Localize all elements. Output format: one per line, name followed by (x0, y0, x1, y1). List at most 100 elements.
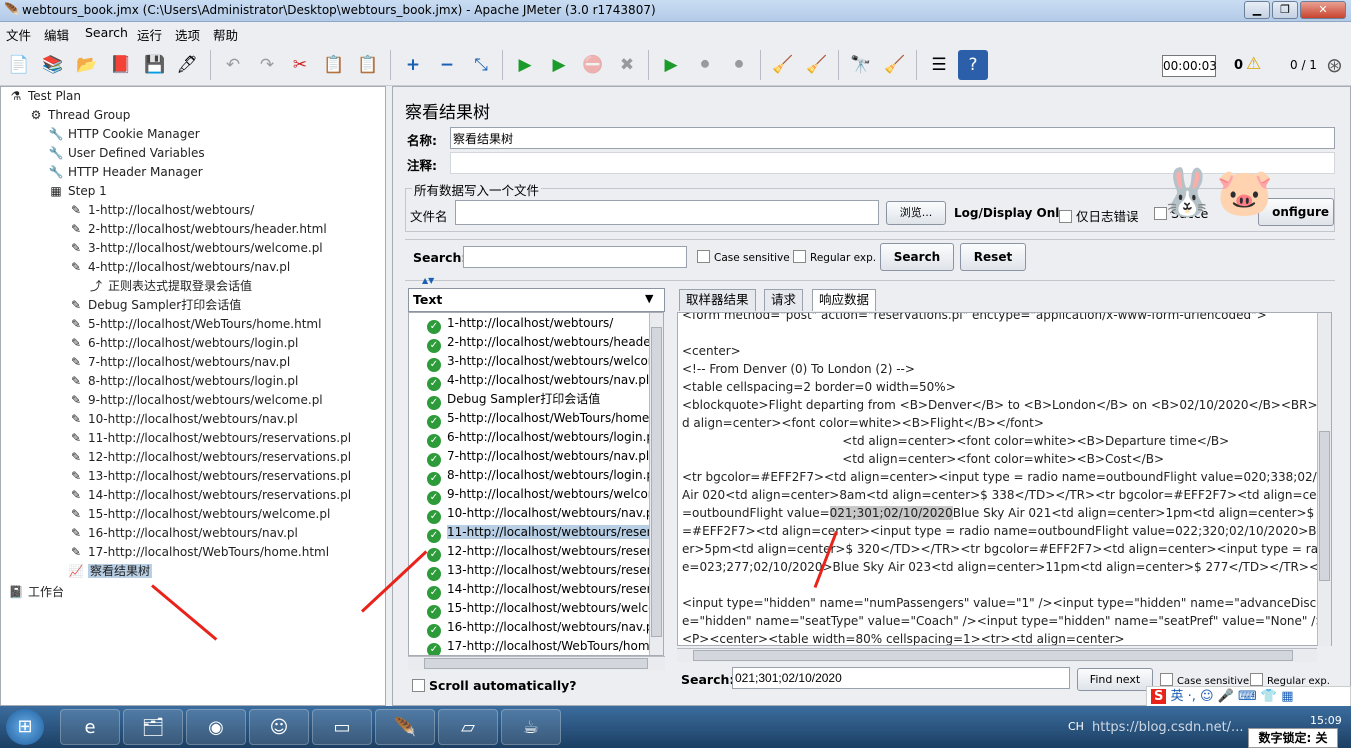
result-item[interactable]: ✓ 10-http://localhost/webtours/nav.pl (427, 504, 657, 524)
tree-item[interactable]: ✎ 6-http://localhost/webtours/login.pl (67, 334, 298, 353)
regex-checkbox[interactable]: Regular exp. (793, 250, 876, 264)
tree-item[interactable]: 📈 察看结果树 (67, 562, 153, 581)
remote-exit-icon[interactable]: ⚫ (724, 50, 754, 80)
java-ide-icon[interactable]: ☕ (501, 709, 561, 745)
tree-item[interactable]: 🔧 User Defined Variables (47, 144, 205, 163)
tree-item[interactable]: ✎ 11-http://localhost/webtours/reservatio… (67, 429, 351, 448)
maximize-button[interactable]: ❐ (1272, 1, 1298, 19)
tree-item[interactable]: ✎ 15-http://localhost/webtours/welcome.pl (67, 505, 330, 524)
scrollbar-thumb[interactable] (693, 650, 1293, 661)
result-item[interactable]: ✓ 4-http://localhost/webtours/nav.pl (427, 371, 649, 391)
tree-item[interactable]: ✎ 7-http://localhost/webtours/nav.pl (67, 353, 290, 372)
menu-edit[interactable]: 编辑 (44, 25, 69, 44)
results-list[interactable]: ✓ 1-http://localhost/webtours/ ✓ 2-http://l… (408, 312, 664, 656)
jmeter-icon[interactable]: 🪶 (375, 709, 435, 745)
reset-search-icon[interactable]: 🧹 (880, 50, 910, 80)
result-item[interactable]: ✓ 7-http://localhost/webtours/nav.pl (427, 447, 649, 467)
paste-icon[interactable]: 📋 (353, 50, 383, 80)
menu-search[interactable]: Search (85, 25, 128, 40)
search-input[interactable] (463, 246, 687, 268)
result-item[interactable]: ✓ 2-http://localhost/webtours/header.h (427, 333, 663, 353)
results-horizontal-scrollbar[interactable] (408, 656, 665, 670)
clock[interactable]: 15:09 (1310, 714, 1342, 727)
response-text-area[interactable]: <form method="post" action="reservations… (677, 312, 1332, 646)
open-icon[interactable]: 📂 (72, 50, 102, 80)
redo-icon[interactable]: ↷ (252, 50, 282, 80)
result-item[interactable]: ✓ 9-http://localhost/webtours/welcome (427, 485, 663, 505)
tree-item[interactable]: ✎ 17-http://localhost/WebTours/home.html (67, 543, 329, 562)
warning-icon[interactable]: ⚠ (1246, 54, 1261, 74)
explorer-icon[interactable]: 🗂 (123, 709, 183, 745)
help-icon[interactable]: ? (958, 50, 988, 80)
tree-item[interactable]: ✎ 10-http://localhost/webtours/nav.pl (67, 410, 298, 429)
result-item[interactable]: ✓ 5-http://localhost/WebTours/home.ht (427, 409, 663, 429)
ime-toolbar[interactable]: S 英 ·, ☺ 🎤 ⌨ 👕 ▦ (1146, 686, 1351, 708)
result-item[interactable]: ✓ Debug Sampler打印会话值 (427, 390, 600, 410)
clear-icon[interactable]: 🧹 (768, 50, 798, 80)
result-item[interactable]: ✓ 14-http://localhost/webtours/reserva (427, 580, 663, 600)
new-icon[interactable]: 📄 (4, 50, 34, 80)
language-indicator[interactable]: CH (1068, 720, 1084, 733)
tree-item[interactable]: 🔧 HTTP Cookie Manager (47, 125, 200, 144)
result-item[interactable]: ✓ 15-http://localhost/webtours/welcom (427, 599, 663, 619)
response-search-input[interactable] (732, 667, 1070, 689)
collapse-all-icon[interactable]: − (432, 50, 462, 80)
response-case-sensitive-checkbox[interactable]: Case sensitive (1160, 673, 1249, 687)
close-window-button[interactable]: ✕ (1300, 1, 1346, 19)
app-face-icon[interactable]: ☺ (249, 709, 309, 745)
start-no-pauses-icon[interactable]: ▶ (544, 50, 574, 80)
tab-response-data[interactable]: 响应数据 (812, 289, 877, 311)
tree-item[interactable]: ✎ 4-http://localhost/webtours/nav.pl (67, 258, 290, 277)
find-next-button[interactable]: Find next (1077, 668, 1153, 691)
tree-item[interactable]: ✎ 2-http://localhost/webtours/header.html (67, 220, 327, 239)
start-button[interactable]: ⊞ (6, 709, 44, 745)
search-icon[interactable]: 🔭 (846, 50, 876, 80)
tree-item[interactable]: ✎ 3-http://localhost/webtours/welcome.pl (67, 239, 323, 258)
scrollbar-thumb[interactable] (424, 658, 648, 669)
search-button[interactable]: Search (880, 243, 954, 271)
save-icon[interactable]: 💾 (140, 50, 170, 80)
window-title-bar[interactable]: 🪶 webtours_book.jmx (C:\Users\Administra… (0, 0, 1351, 22)
undo-icon[interactable]: ↶ (218, 50, 248, 80)
scrollbar-thumb[interactable] (651, 327, 662, 637)
start-icon[interactable]: ▶ (510, 50, 540, 80)
function-helper-icon[interactable]: ☰ (924, 50, 954, 80)
divider-arrows-icon[interactable]: ▲▼ (422, 276, 434, 285)
shutdown-icon[interactable]: ✖ (612, 50, 642, 80)
filename-input[interactable] (455, 200, 879, 225)
menu-file[interactable]: 文件 (6, 25, 31, 44)
reset-button[interactable]: Reset (960, 243, 1026, 271)
errors-only-checkbox[interactable]: 仅日志错误 (1059, 206, 1139, 225)
ie-icon[interactable]: e (60, 709, 120, 745)
cmd-icon[interactable]: ▭ (312, 709, 372, 745)
tree-item[interactable]: 🔧 HTTP Header Manager (47, 163, 203, 182)
remote-stop-icon[interactable]: ⚫ (690, 50, 720, 80)
result-item[interactable]: ✓ 13-http://localhost/webtours/reserva (427, 561, 663, 581)
result-item[interactable]: ✓ 17-http://localhost/WebTours/home. (427, 637, 661, 655)
tree-item[interactable]: ✎ 16-http://localhost/webtours/nav.pl (67, 524, 298, 543)
menu-help[interactable]: 帮助 (213, 25, 238, 44)
result-item[interactable]: ✓ 3-http://localhost/webtours/welcome (427, 352, 663, 372)
tree-item[interactable]: ⚗ Test Plan (7, 87, 81, 106)
tree-item[interactable]: ⤴ 正则表达式提取登录会话值 (87, 277, 252, 296)
tree-item[interactable]: ⚙ Thread Group (27, 106, 131, 125)
menu-options[interactable]: 选项 (175, 25, 200, 44)
result-item[interactable]: ✓ 12-http://localhost/webtours/reserva (427, 542, 663, 562)
close-icon[interactable]: 📕 (106, 50, 136, 80)
tree-item[interactable]: ✎ 5-http://localhost/WebTours/home.html (67, 315, 321, 334)
tab-request[interactable]: 请求 (764, 289, 804, 311)
tree-item[interactable]: ✎ 14-http://localhost/webtours/reservatio… (67, 486, 351, 505)
tree-item[interactable]: ✎ 8-http://localhost/webtours/login.pl (67, 372, 298, 391)
scroll-automatically-checkbox[interactable]: Scroll automatically? (412, 678, 577, 693)
response-regex-checkbox[interactable]: Regular exp. (1250, 673, 1330, 687)
case-sensitive-checkbox[interactable]: Case sensitive (697, 250, 790, 264)
expand-all-icon[interactable]: + (398, 50, 428, 80)
result-item[interactable]: ✓ 11-http://localhost/webtours/reserva (427, 523, 663, 543)
tree-item[interactable]: ✎ 1-http://localhost/webtours/ (67, 201, 254, 220)
tree-item[interactable]: ✎ 12-http://localhost/webtours/reservatio… (67, 448, 351, 467)
templates-icon[interactable]: 📚 (38, 50, 68, 80)
copy-icon[interactable]: 📋 (319, 50, 349, 80)
chrome-icon[interactable]: ◉ (186, 709, 246, 745)
response-horizontal-scrollbar[interactable] (677, 648, 1317, 662)
scrollbar-thumb[interactable] (1319, 431, 1330, 581)
